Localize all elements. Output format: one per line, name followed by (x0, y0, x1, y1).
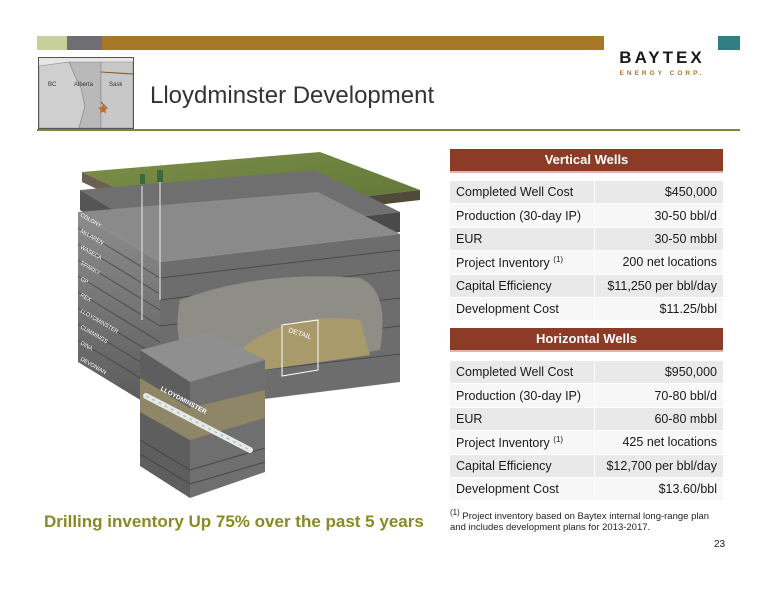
row-value: $12,700 per bbl/day (593, 454, 723, 478)
map-graphic (39, 58, 133, 128)
row-value: 30-50 mbbl (594, 227, 723, 252)
row-label: Development Cost (450, 297, 595, 322)
row-value: 60-80 mbbl (593, 407, 723, 432)
row-label: EUR (450, 227, 595, 252)
row-label: Development Cost (450, 477, 595, 502)
horizontal-wells-header: Horizontal Wells (450, 328, 723, 350)
row-value: $450,000 (594, 181, 723, 205)
location-map: BC Alberta Sask (38, 57, 134, 129)
baytex-logo: BAYTEX ENERGY CORP. (612, 42, 712, 90)
row-label: EUR (450, 407, 595, 432)
row-value: 200 net locations (594, 250, 723, 275)
map-label-alberta: Alberta (74, 82, 94, 88)
geology-illustration: DETAIL COLONY McLAREN WASECA SPARKY GP R… (77, 152, 420, 498)
row-value: $11,250 per bbl/day (594, 274, 723, 298)
vertical-wells-table: Completed Well Cost $450,000 Production (3… (450, 181, 723, 322)
table-row: EUR 30-50 mbbl (450, 227, 723, 252)
vertical-wells-header: Vertical Wells (450, 149, 723, 171)
map-label-bc: BC (48, 82, 57, 88)
row-label: Production (30-day IP) (450, 203, 595, 228)
table-row: Development Cost $11.25/bbl (450, 297, 723, 322)
table-row: Project Inventory (1) 200 net locations (450, 250, 723, 275)
page-title: Lloydminster Development (150, 82, 435, 109)
row-label: Completed Well Cost (450, 181, 595, 205)
footnote-mark: (1) (450, 508, 460, 517)
header-band-segment-3 (102, 36, 604, 50)
table-row: Completed Well Cost $450,000 (450, 181, 723, 205)
table-row: Completed Well Cost $950,000 (450, 361, 723, 385)
table-row: Capital Efficiency $12,700 per bbl/day (450, 454, 723, 478)
row-value: $13.60/bbl (593, 477, 723, 502)
footnote-text: Project inventory based on Baytex intern… (450, 511, 710, 534)
horizontal-wells-table: Completed Well Cost $950,000 Production (3… (450, 361, 723, 502)
row-label: Completed Well Cost (450, 361, 595, 385)
row-value: $950,000 (593, 361, 723, 385)
table-row: Project Inventory (1) 425 net locations (450, 430, 723, 455)
footnote: (1) Project inventory based on Baytex in… (450, 507, 720, 533)
tagline: Drilling inventory Up 75% over the past … (44, 512, 424, 531)
logo-name: BAYTEX (619, 48, 705, 67)
page-number: 23 (714, 539, 726, 550)
row-value: 425 net locations (593, 430, 723, 455)
row-label: Capital Efficiency (450, 454, 595, 478)
header-band-segment-2 (67, 36, 102, 50)
table-row: Production (30-day IP) 30-50 bbl/d (450, 203, 723, 228)
map-label-sask: Sask (109, 82, 123, 88)
table-row: Capital Efficiency $11,250 per bbl/day (450, 274, 723, 298)
table-row: Development Cost $13.60/bbl (450, 477, 723, 502)
table-row: Production (30-day IP) 70-80 bbl/d (450, 383, 723, 408)
row-label: Project Inventory (1) (450, 430, 595, 455)
row-label: Capital Efficiency (450, 274, 595, 298)
row-value: 30-50 bbl/d (594, 203, 723, 228)
title-rule (37, 129, 740, 131)
row-value: 70-80 bbl/d (593, 383, 723, 408)
header-band-segment-4 (718, 36, 740, 50)
row-label: Production (30-day IP) (450, 383, 595, 408)
logo-subtitle: ENERGY CORP. (619, 70, 705, 77)
table-row: EUR 60-80 mbbl (450, 407, 723, 432)
row-value: $11.25/bbl (594, 297, 723, 322)
header-band-segment-1 (37, 36, 67, 50)
row-label: Project Inventory (1) (450, 250, 595, 275)
